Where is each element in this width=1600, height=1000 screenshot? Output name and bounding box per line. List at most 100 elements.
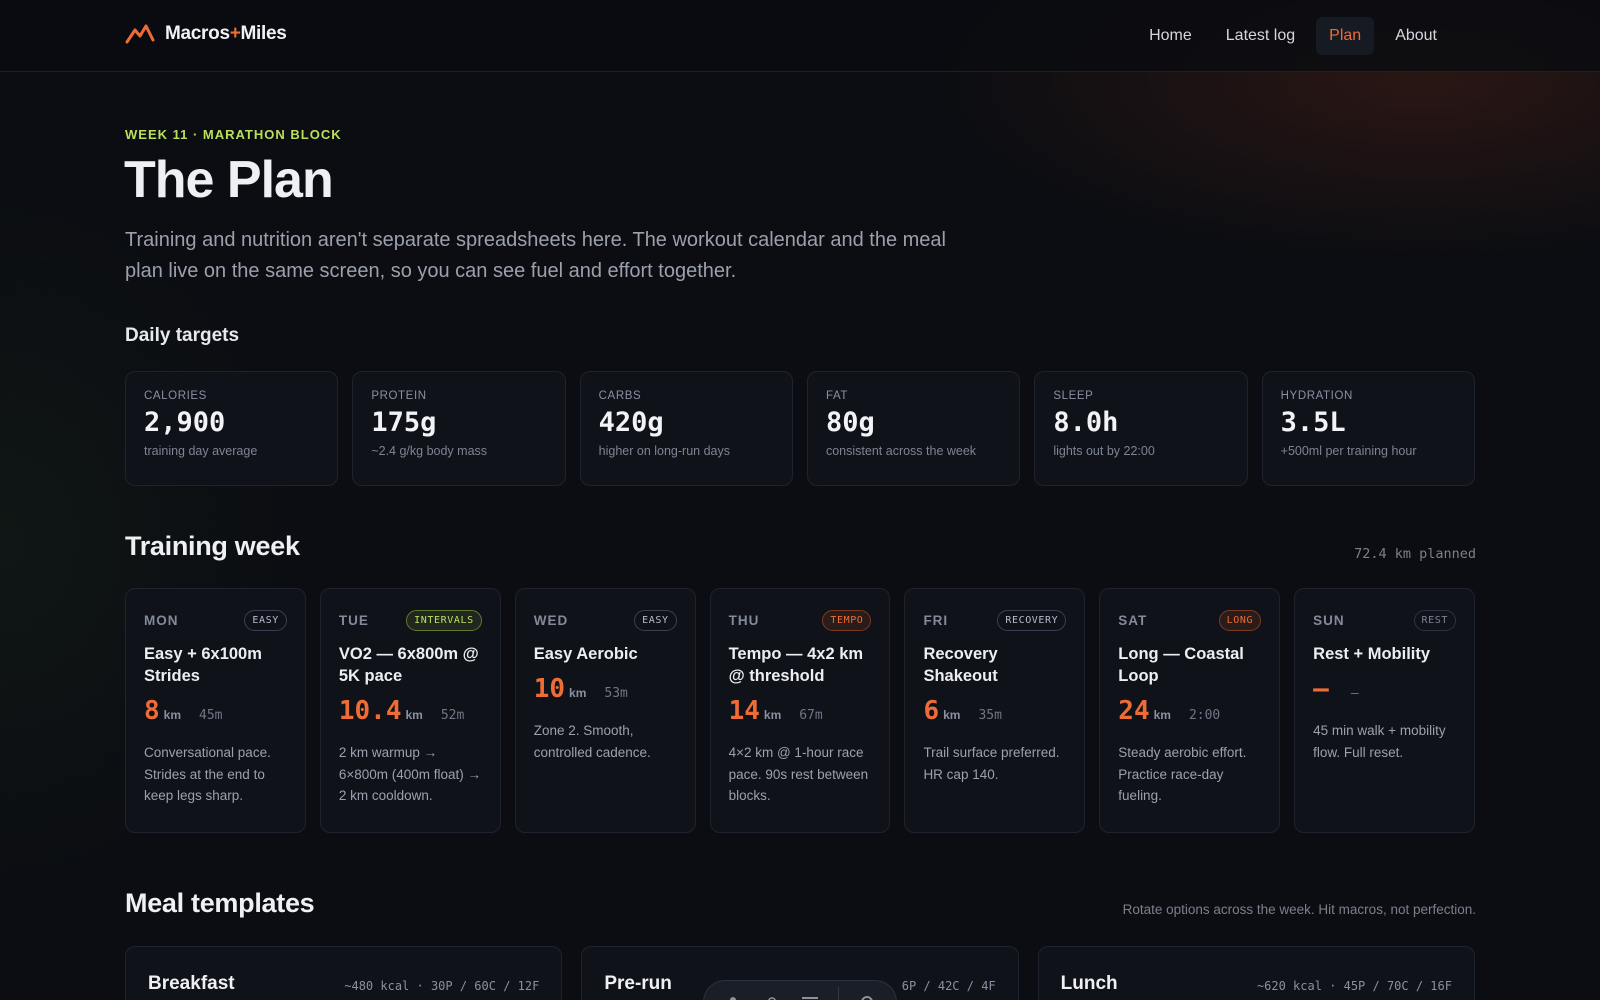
toolbar-divider xyxy=(838,987,840,1000)
meal-macros: ~480 kcal · 30P / 60C / 12F xyxy=(344,979,540,993)
distance-unit: km xyxy=(763,708,782,722)
day-card-wed[interactable]: WED EASY Easy Aerobic 10 km 53m Zone 2. Smooth… xyxy=(514,588,696,833)
target-label: HYDRATION xyxy=(1280,390,1353,402)
day-name: THU xyxy=(728,612,760,628)
meal-name: Pre-run xyxy=(604,973,672,994)
workout-duration: 52m xyxy=(440,708,465,723)
day-name: SUN xyxy=(1313,612,1345,628)
day-card-mon[interactable]: MON EASY Easy + 6x100m Strides 8 km 45m Conver… xyxy=(125,588,306,833)
distance-unit: km xyxy=(163,708,181,722)
target-label: CARBS xyxy=(598,390,642,402)
workout-distance: — xyxy=(1313,674,1329,704)
target-label: FAT xyxy=(825,390,849,402)
workout-distance: 10.4 xyxy=(338,696,402,726)
workout-distance: 6 xyxy=(923,696,940,726)
workout-duration: 2:00 xyxy=(1188,708,1221,723)
workout-description: 2 km warmup → 6×800m (400m float) → 2 km… xyxy=(338,745,482,803)
daily-targets: CALORIES 2,900 training day average PROTEIN… xyxy=(125,371,1475,486)
target-label: SLEEP xyxy=(1053,390,1094,402)
workout-type-badge: TEMPO xyxy=(822,609,872,631)
day-card-header: WED EASY xyxy=(534,609,677,631)
workout-distance: 10 xyxy=(533,674,566,704)
workout-metrics: 10.4 km 52m xyxy=(339,696,482,730)
workout-metrics: — – xyxy=(1313,674,1456,708)
day-card-tue[interactable]: TUE INTERVALS VO2 — 6x800m @ 5K pace 10.4 km… xyxy=(319,588,501,833)
meal-name: Lunch xyxy=(1060,973,1118,994)
workout-metrics: 8 km 45m xyxy=(144,696,287,730)
meal-macros: 6P / 42C / 4F xyxy=(901,979,996,993)
nav-home[interactable]: Home xyxy=(1136,17,1205,55)
menu-icon[interactable] xyxy=(799,991,821,1000)
distance-unit: km xyxy=(569,686,587,700)
nav-about[interactable]: About xyxy=(1382,17,1450,55)
workout-metrics: 24 km 2:00 xyxy=(1118,696,1261,730)
meal-card-lunch[interactable]: Lunch ~620 kcal · 45P / 70C / 16F xyxy=(1037,946,1475,1000)
meal-templates-note: Rotate options across the week. Hit macr… xyxy=(1122,902,1476,917)
target-card-sleep: SLEEP 8.0h lights out by 22:00 xyxy=(1034,371,1248,486)
target-card-protein: PROTEIN 175g ~2.4 g/kg body mass xyxy=(352,371,566,486)
workout-description: 45 min walk + mobility flow. Full reset. xyxy=(1313,723,1446,760)
workout-title: Rest + Mobility xyxy=(1313,645,1431,663)
day-card-header: MON EASY xyxy=(144,609,287,631)
training-week-heading: Training week xyxy=(125,531,300,561)
workout-duration: – xyxy=(1350,686,1359,701)
top-nav: Macros+Miles Home Latest log Plan About xyxy=(0,0,1600,72)
bug-icon[interactable] xyxy=(761,991,783,1000)
day-name: MON xyxy=(144,612,179,628)
workout-title: Easy Aerobic xyxy=(533,645,638,663)
user-icon[interactable] xyxy=(722,991,744,1000)
brand-logo[interactable]: Macros+Miles xyxy=(125,22,287,46)
target-value: 3.5L xyxy=(1280,407,1346,438)
day-card-header: TUE INTERVALS xyxy=(339,609,482,631)
workout-title: Tempo — 4x2 km @ threshold xyxy=(728,645,864,685)
target-label: PROTEIN xyxy=(371,390,427,402)
settings-icon[interactable] xyxy=(856,991,878,1000)
nav-latest-log[interactable]: Latest log xyxy=(1213,17,1308,55)
day-card-sat[interactable]: SAT LONG Long — Coastal Loop 24 km 2:00 Steady… xyxy=(1099,588,1281,833)
workout-description: Steady aerobic effort. Practice race-day… xyxy=(1118,745,1247,803)
day-name: WED xyxy=(533,612,569,628)
day-card-header: SUN REST xyxy=(1313,609,1457,631)
target-card-hydration: HYDRATION 3.5L +500ml per training hour xyxy=(1261,371,1475,486)
workout-metrics: 14 km 67m xyxy=(729,696,872,730)
distance-unit: km xyxy=(405,708,423,722)
workout-duration: 67m xyxy=(799,708,823,723)
target-card-fat: FAT 80g consistent across the week xyxy=(806,371,1021,486)
brand-name: Macros+Miles xyxy=(165,23,287,44)
planned-distance: 72.4 km planned xyxy=(1354,546,1476,562)
workout-description: 4×2 km @ 1-hour race pace. 90s rest betw… xyxy=(728,745,869,803)
workout-metrics: 10 km 53m xyxy=(534,674,677,708)
page-lead: Training and nutrition aren't separate s… xyxy=(125,229,946,282)
target-value: 2,900 xyxy=(144,407,226,438)
workout-description: Conversational pace. Strides at the end … xyxy=(144,745,271,803)
workout-description: Zone 2. Smooth, controlled cadence. xyxy=(533,723,651,760)
day-card-header: FRI RECOVERY xyxy=(923,609,1067,631)
target-note: consistent across the week xyxy=(825,444,977,458)
target-value: 8.0h xyxy=(1053,407,1119,438)
page-title: The Plan xyxy=(124,151,334,209)
day-name: FRI xyxy=(923,612,949,628)
workout-duration: 53m xyxy=(604,686,628,701)
day-card-fri[interactable]: FRI RECOVERY Recovery Shakeout 6 km 35m Trail … xyxy=(904,588,1086,833)
nav-plan[interactable]: Plan xyxy=(1316,17,1375,55)
meal-templates-heading: Meal templates xyxy=(125,888,315,918)
target-value: 420g xyxy=(598,407,664,438)
day-card-sun[interactable]: SUN REST Rest + Mobility — –45 min walk + mo… xyxy=(1294,588,1476,833)
floating-toolbar xyxy=(703,980,897,1000)
day-card-thu[interactable]: THU TEMPO Tempo — 4x2 km @ threshold 14 km 67… xyxy=(709,588,891,833)
workout-title: VO2 — 6x800m @ 5K pace xyxy=(338,645,479,685)
target-note: lights out by 22:00 xyxy=(1053,444,1155,458)
target-note: training day average xyxy=(144,444,258,458)
workout-type-badge: INTERVALS xyxy=(406,609,482,631)
training-week: MON EASY Easy + 6x100m Strides 8 km 45m Conver… xyxy=(125,588,1476,833)
workout-type-badge: EASY xyxy=(634,609,677,631)
workout-distance: 14 xyxy=(728,696,760,726)
workout-title: Long — Coastal Loop xyxy=(1118,645,1244,685)
workout-distance: 24 xyxy=(1118,696,1150,726)
workout-duration: 45m xyxy=(199,708,223,723)
meal-card-breakfast[interactable]: Breakfast ~480 kcal · 30P / 60C / 12F xyxy=(125,946,563,1000)
workout-distance: 8 xyxy=(144,696,160,726)
day-card-header: THU TEMPO xyxy=(729,609,872,631)
workout-type-badge: RECOVERY xyxy=(997,609,1067,631)
workout-metrics: 6 km 35m xyxy=(923,696,1066,730)
